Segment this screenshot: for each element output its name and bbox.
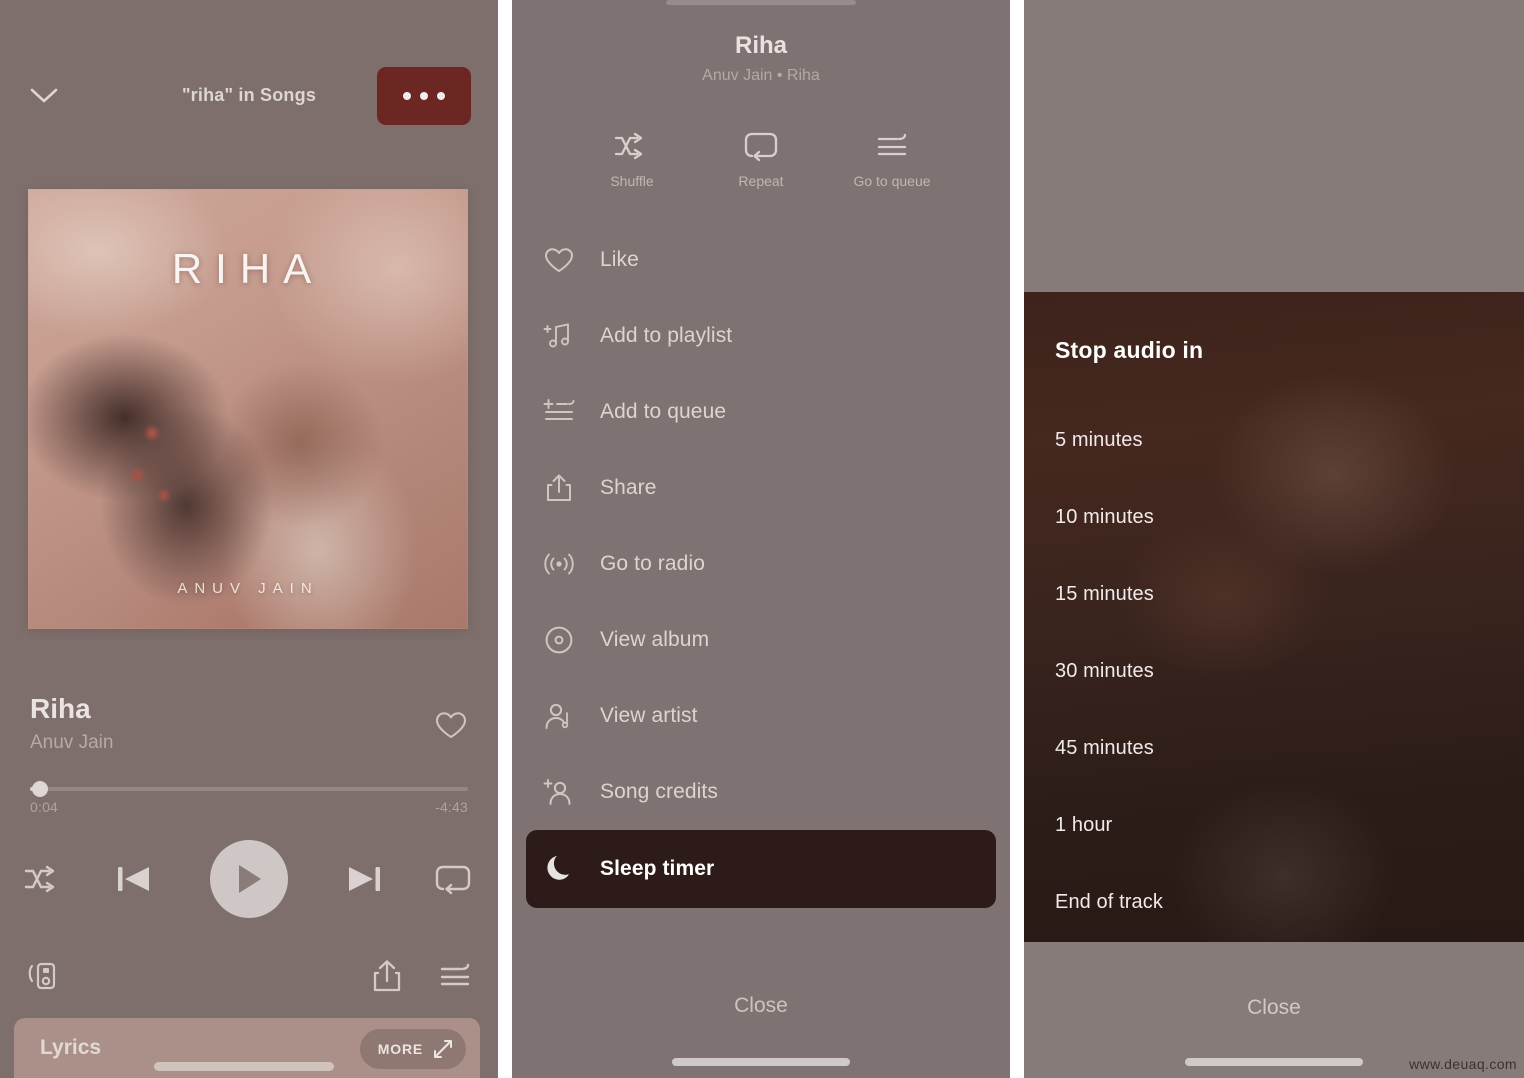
previous-track-button[interactable] [108,838,160,920]
quick-action-shuffle-label: Shuffle [610,173,654,189]
play-button[interactable] [208,838,290,920]
play-button-circle [210,840,288,918]
quick-action-repeat-label: Repeat [738,173,784,189]
radio-icon [542,547,576,581]
menu-item-sleep-timer[interactable]: Sleep timer [526,830,996,908]
elapsed-time: 0:04 [30,799,59,815]
home-indicator[interactable] [672,1058,850,1066]
dimmed-backdrop[interactable] [1024,0,1524,292]
album-artwork-flowers [116,409,236,529]
sleep-timer-option-1-hour[interactable]: 1 hour [1024,787,1524,864]
quick-action-go-to-queue-label: Go to queue [853,173,931,189]
sleep-timer-title: Stop audio in [1055,337,1204,363]
sleep-timer-sheet: Stop audio in 5 minutes 10 minutes 15 mi… [1024,292,1524,942]
moon-icon [542,852,576,886]
close-button[interactable]: Close [512,994,1010,1018]
repeat-icon[interactable] [430,838,476,920]
now-playing-bottom-bar [0,950,498,1002]
heart-icon[interactable] [432,708,470,742]
queue-icon[interactable] [438,950,472,1002]
queue-icon [822,126,962,166]
menu-item-label: View album [600,628,710,651]
track-artist[interactable]: Anuv Jain [30,732,460,754]
progress-knob[interactable] [32,781,48,797]
watermark: www.deuaq.com [1409,1056,1517,1072]
menu-item-song-credits[interactable]: Song credits [512,754,1010,830]
now-playing-topbar: "riha" in Songs [0,62,498,128]
sleep-timer-options: 5 minutes 10 minutes 15 minutes 30 minut… [1024,402,1524,941]
album-disc-icon [542,623,576,657]
lyrics-label: Lyrics [40,1036,102,1059]
menu-item-view-artist[interactable]: View artist [512,678,1010,754]
menu-item-view-album[interactable]: View album [512,602,1010,678]
album-artwork-title: RIHA [171,245,325,292]
menu-item-label: View artist [600,704,698,727]
repeat-icon [691,126,831,166]
album-artwork[interactable]: RIHA ANUV JAIN [28,189,468,629]
more-options-button[interactable] [377,67,471,125]
lyrics-placeholder-line [154,1062,334,1071]
track-menu-quick-actions: Shuffle Repeat Go to queue [512,126,1010,198]
add-to-queue-icon [542,395,576,429]
heart-icon [542,243,576,277]
playback-controls [0,838,498,920]
album-artwork-artist: ANUV JAIN [177,580,319,597]
menu-item-label: Share [600,476,657,499]
sleep-timer-option-10-minutes[interactable]: 10 minutes [1024,479,1524,556]
shuffle-icon [562,126,702,166]
sleep-timer-option-15-minutes[interactable]: 15 minutes [1024,556,1524,633]
screenshot-stage: "riha" in Songs RIHA ANUV JAIN Riha Anuv… [0,0,1524,1078]
lyrics-card[interactable]: Lyrics MORE [14,1018,480,1078]
sleep-timer-option-45-minutes[interactable]: 45 minutes [1024,710,1524,787]
progress-track [30,787,468,791]
quick-action-shuffle[interactable]: Shuffle [562,126,702,189]
progress-times: 0:04 -4:43 [30,799,468,815]
menu-item-label: Go to radio [600,552,705,575]
menu-item-share[interactable]: Share [512,450,1010,526]
quick-action-go-to-queue[interactable]: Go to queue [822,126,962,189]
menu-item-label: Add to queue [600,400,727,423]
play-icon [239,865,261,893]
menu-item-add-to-queue[interactable]: Add to queue [512,374,1010,450]
track-menu-title: Riha [734,32,787,59]
connect-device-icon[interactable] [26,950,60,1002]
sleep-timer-panel: Stop audio in 5 minutes 10 minutes 15 mi… [1024,0,1524,1078]
home-indicator[interactable] [1185,1058,1363,1066]
close-button[interactable]: Close [1024,996,1524,1020]
track-menu-list: Like Add to playlist Add to queue Share … [512,222,1010,908]
share-icon [542,471,576,505]
share-icon[interactable] [370,950,404,1002]
track-menu-header: Riha Anuv Jain • Riha [512,30,1010,85]
shuffle-icon[interactable] [20,838,66,920]
artist-icon [542,699,576,733]
menu-item-label: Sleep timer [600,857,715,880]
menu-item-like[interactable]: Like [512,222,1010,298]
ellipsis-dot [437,92,445,100]
sleep-timer-option-end-of-track[interactable]: End of track [1024,864,1524,941]
song-credits-icon [542,775,576,809]
sheet-drag-handle[interactable] [666,0,856,5]
now-playing-panel: "riha" in Songs RIHA ANUV JAIN Riha Anuv… [0,0,498,1078]
menu-item-label: Add to playlist [600,324,733,347]
track-menu-panel: Riha Anuv Jain • Riha Shuffle Repeat Go … [512,0,1010,1078]
remaining-time: -4:43 [435,799,468,815]
lyrics-more-button[interactable]: MORE [359,1029,466,1069]
track-menu-subtitle: Anuv Jain • Riha [702,67,820,84]
ellipsis-dot [420,92,428,100]
expand-icon [434,1040,452,1058]
sleep-timer-option-30-minutes[interactable]: 30 minutes [1024,633,1524,710]
quick-action-repeat[interactable]: Repeat [691,126,831,189]
progress-slider[interactable] [30,781,468,797]
lyrics-more-label: MORE [377,1041,423,1057]
add-to-playlist-icon [542,319,576,353]
track-title: Riha [30,693,91,724]
menu-item-label: Like [600,248,639,271]
ellipsis-dot [403,92,411,100]
next-track-button[interactable] [338,838,390,920]
menu-item-add-to-playlist[interactable]: Add to playlist [512,298,1010,374]
menu-item-go-to-radio[interactable]: Go to radio [512,526,1010,602]
menu-item-label: Song credits [600,780,718,803]
sleep-timer-option-5-minutes[interactable]: 5 minutes [1024,402,1524,479]
track-info: Riha Anuv Jain [30,692,460,754]
